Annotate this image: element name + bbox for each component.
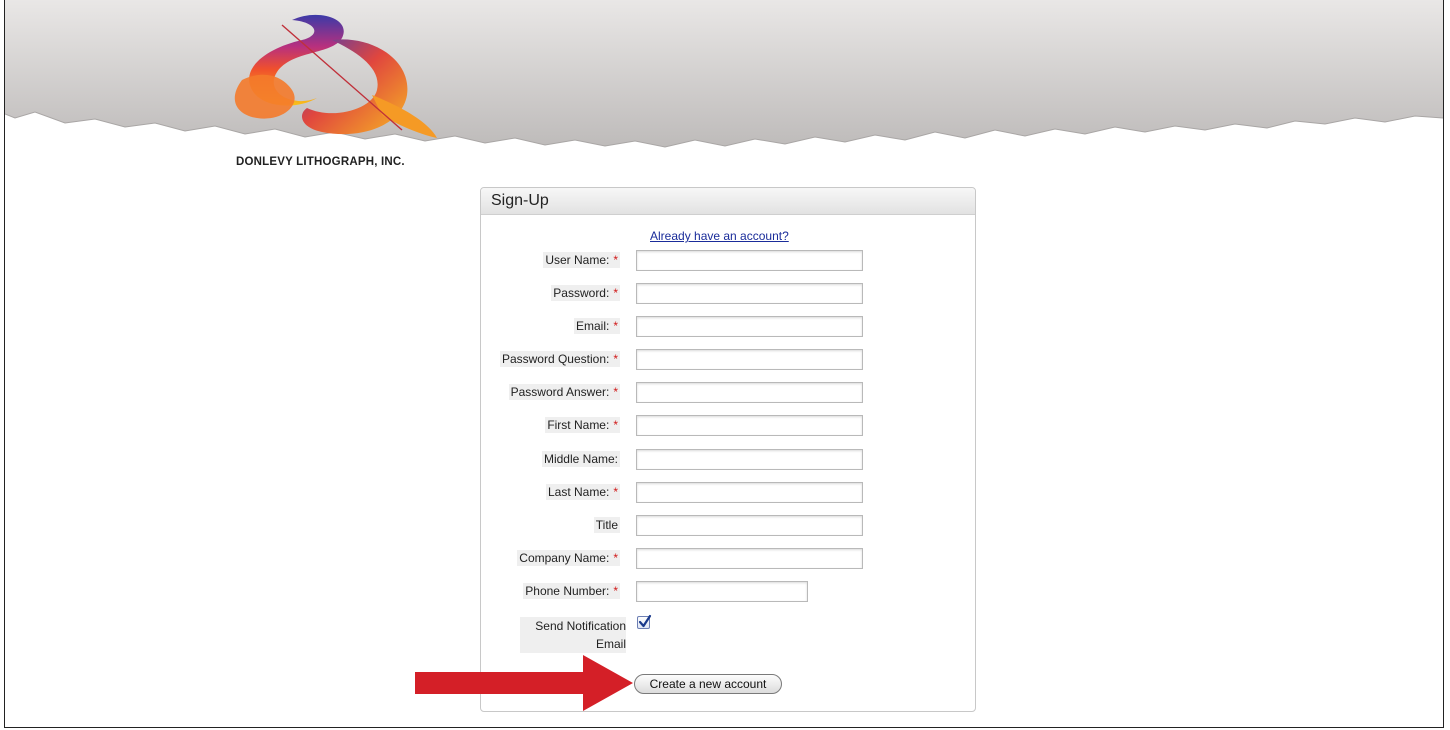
input-phone-number[interactable] (636, 581, 808, 602)
input-password-answer[interactable] (636, 382, 863, 403)
input-password-question[interactable] (636, 349, 863, 370)
field-label: Company Name: * (517, 550, 620, 566)
required-asterisk: * (613, 385, 618, 399)
company-name: DONLEVY LITHOGRAPH, INC. (236, 156, 405, 168)
field-label: Last Name: * (545, 484, 620, 500)
field-label-text: User Name: (545, 253, 610, 267)
required-asterisk: * (613, 418, 618, 432)
field-label: Title (593, 517, 620, 533)
required-asterisk: * (613, 319, 618, 333)
notification-label-line2: Email (595, 637, 626, 651)
header-banner (5, 0, 1443, 148)
notification-label-line1: Send Notification (535, 619, 626, 633)
field-label-text: Middle Name: (543, 452, 618, 466)
input-title[interactable] (636, 515, 863, 536)
input-middle-name[interactable] (636, 449, 863, 470)
field-label: Password: * (551, 285, 620, 301)
input-email[interactable] (636, 316, 863, 337)
required-asterisk: * (613, 286, 618, 300)
field-label-text: Password: (553, 286, 610, 300)
input-password[interactable] (636, 283, 863, 304)
field-label: Password Answer: * (508, 384, 620, 400)
field-label-text: Phone Number: (525, 584, 610, 598)
field-label-text: Email: (575, 319, 610, 333)
field-label: Middle Name: (541, 451, 620, 467)
field-label-text: Company Name: (519, 551, 610, 565)
required-asterisk: * (613, 253, 618, 267)
panel-title: Sign-Up (481, 188, 975, 215)
create-account-button[interactable]: Create a new account (634, 674, 782, 694)
field-label: Phone Number: * (523, 583, 620, 599)
field-label-text: First Name: (547, 418, 610, 432)
required-asterisk: * (613, 584, 618, 598)
required-asterisk: * (613, 485, 618, 499)
send-notification-checkbox[interactable] (637, 614, 652, 629)
field-label-text: Last Name: (547, 485, 610, 499)
field-label-text: Title (595, 518, 618, 532)
field-label: First Name: * (545, 417, 620, 433)
input-user-name[interactable] (636, 250, 863, 271)
required-asterisk: * (613, 551, 618, 565)
donlevy-logo-icon (234, 14, 437, 138)
field-label-text: Password Question: (501, 352, 610, 366)
input-company-name[interactable] (636, 548, 863, 569)
field-label: Password Question: * (499, 351, 620, 367)
required-asterisk: * (613, 352, 618, 366)
field-label-text: Password Answer: (510, 385, 610, 399)
send-notification-label: Send Notification Email (520, 617, 626, 653)
input-first-name[interactable] (636, 415, 863, 436)
already-have-account-link[interactable]: Already have an account? (650, 229, 789, 243)
field-label: User Name: * (543, 252, 620, 268)
red-arrow-icon (415, 655, 633, 711)
checkmark-icon (638, 614, 652, 628)
field-label: Email: * (573, 318, 620, 334)
input-last-name[interactable] (636, 482, 863, 503)
